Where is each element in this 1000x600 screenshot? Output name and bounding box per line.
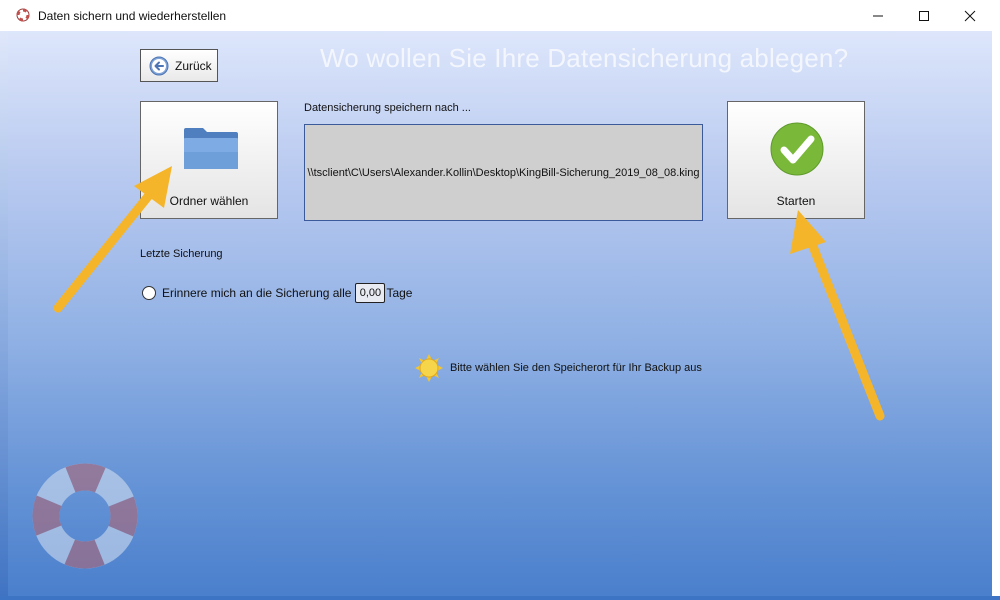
- minimize-button[interactable]: [855, 0, 901, 31]
- backup-panel: Wo wollen Sie Ihre Datensicherung ablege…: [8, 31, 992, 598]
- maximize-icon: [919, 10, 929, 21]
- back-button[interactable]: Zurück: [140, 49, 218, 82]
- window-border-bottom: [0, 596, 1000, 600]
- folder-icon: [184, 128, 238, 169]
- start-button[interactable]: Starten: [727, 101, 865, 219]
- reminder-days-unit: Tage: [386, 286, 413, 300]
- reminder-row: Erinnere mich an die Sicherung alle 0,00…: [142, 283, 412, 303]
- arrow-left-icon: [149, 56, 169, 75]
- choose-folder-label: Ordner wählen: [169, 194, 249, 208]
- sun-icon: [415, 354, 443, 382]
- lifebuoy-watermark-icon: [32, 463, 138, 569]
- page-heading: Wo wollen Sie Ihre Datensicherung ablege…: [320, 43, 849, 73]
- title-bar[interactable]: Daten sichern und wiederherstellen: [0, 0, 1000, 31]
- reminder-label: Erinnere mich an die Sicherung alle: [162, 286, 352, 300]
- close-button[interactable]: [947, 0, 993, 31]
- window-border-left: [0, 31, 8, 600]
- save-path-value: \\tsclient\C\Users\Alexander.Kollin\Desk…: [307, 166, 700, 179]
- reminder-days-input[interactable]: 0,00: [355, 283, 386, 303]
- window-border-right: [992, 31, 1000, 600]
- choose-folder-button[interactable]: Ordner wählen: [140, 101, 278, 219]
- save-path-field[interactable]: \\tsclient\C\Users\Alexander.Kollin\Desk…: [304, 124, 703, 221]
- hint-message: Bitte wählen Sie den Speicherort für Ihr…: [414, 353, 702, 383]
- back-button-label: Zurück: [175, 58, 212, 73]
- last-backup-label: Letzte Sicherung: [140, 248, 223, 260]
- minimize-icon: [873, 15, 883, 16]
- close-icon: [964, 10, 976, 21]
- reminder-checkbox[interactable]: [142, 286, 156, 300]
- save-to-label: Datensicherung speichern nach ...: [304, 102, 471, 114]
- checkmark-icon: [770, 122, 824, 176]
- lifebuoy-app-icon: [16, 8, 30, 22]
- hint-text: Bitte wählen Sie den Speicherort für Ihr…: [450, 362, 702, 374]
- start-label: Starten: [776, 194, 816, 208]
- maximize-button[interactable]: [901, 0, 947, 31]
- window-title: Daten sichern und wiederherstellen: [38, 9, 227, 23]
